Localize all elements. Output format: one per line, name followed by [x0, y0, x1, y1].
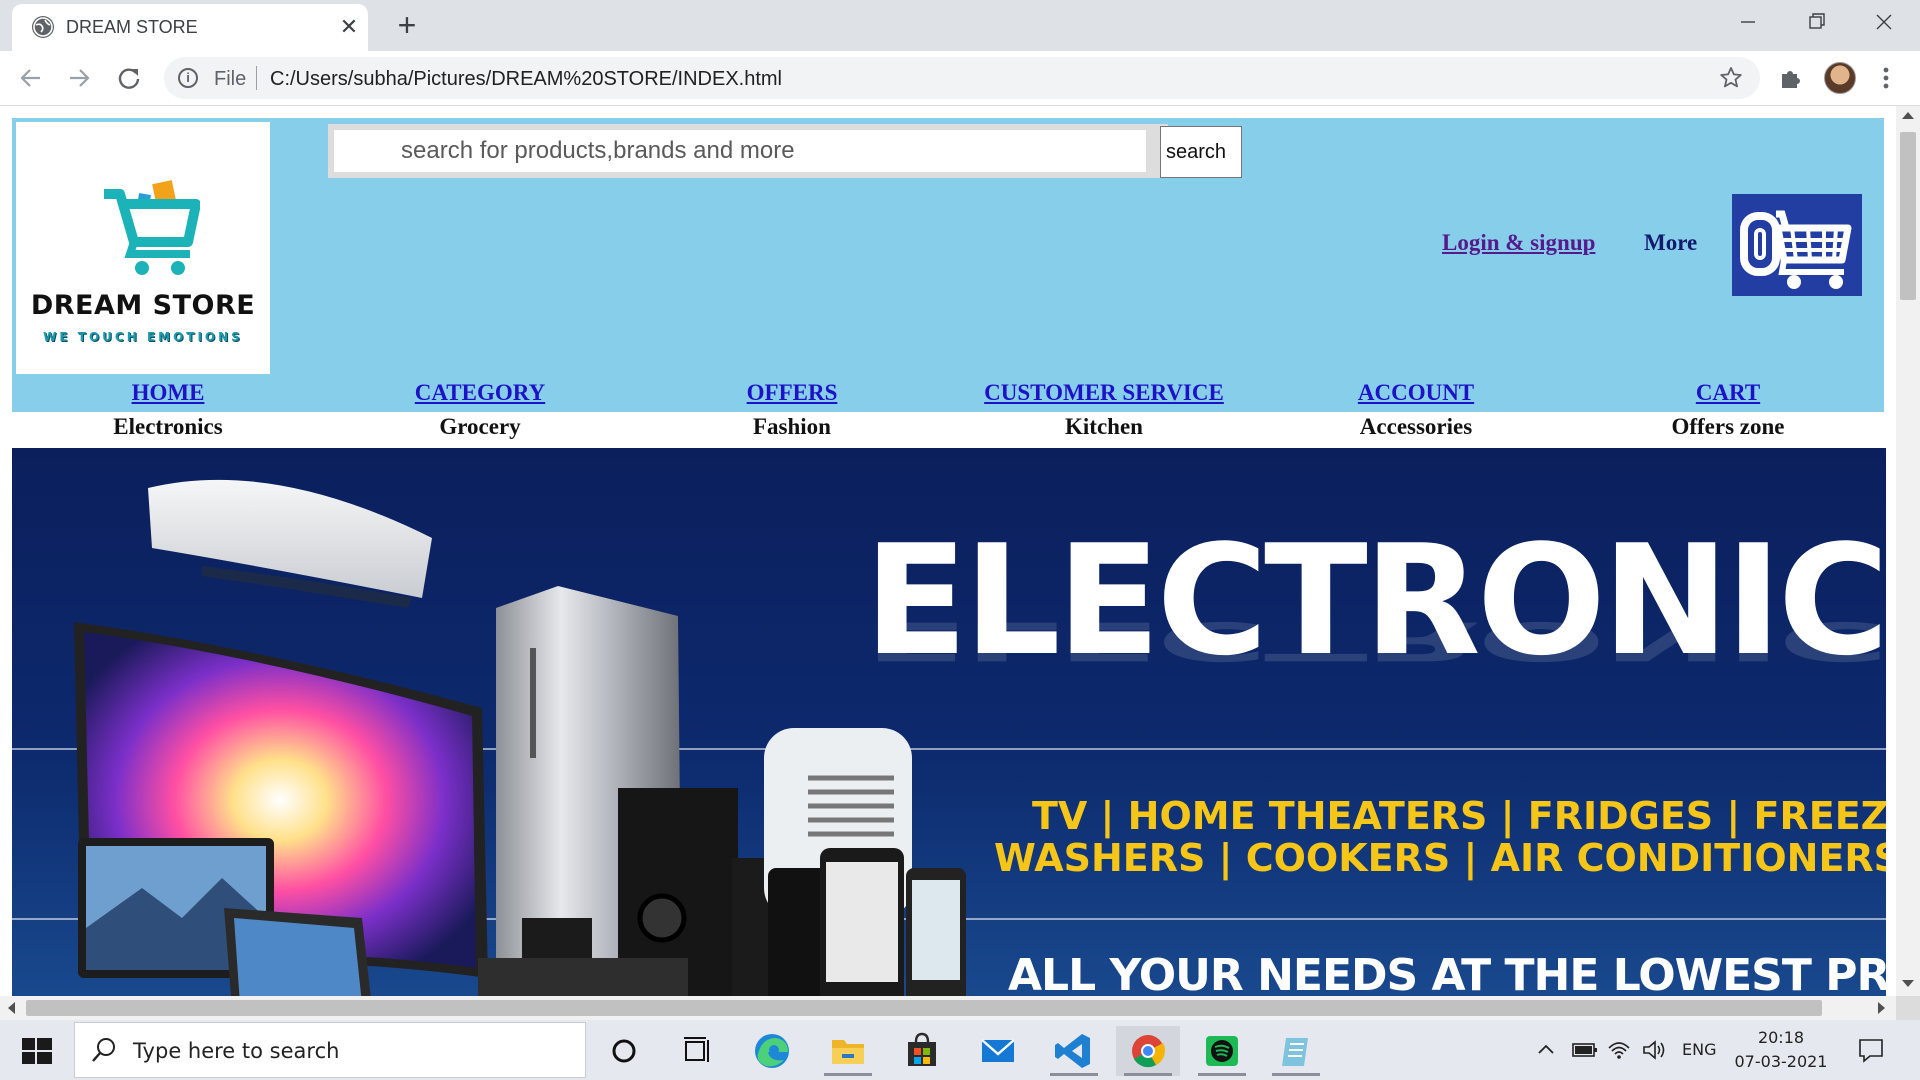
- running-indicator: [1272, 1073, 1320, 1076]
- close-window-button[interactable]: [1850, 2, 1918, 42]
- scroll-up-arrow-icon[interactable]: [1902, 112, 1914, 119]
- category-bar: Electronics Grocery Fashion Kitchen Acce…: [12, 414, 1884, 446]
- kebab-menu-icon[interactable]: [1876, 64, 1896, 92]
- browser-tab-strip: DREAM STORE ✕ +: [0, 0, 1920, 51]
- banner-title: ELECTRONICS: [864, 512, 1886, 689]
- nav-cart[interactable]: CART: [1572, 380, 1884, 406]
- search-input[interactable]: [334, 130, 1146, 172]
- nav-customer-service[interactable]: CUSTOMER SERVICE: [948, 380, 1260, 406]
- vertical-scroll-thumb[interactable]: [1900, 132, 1916, 300]
- logo-title: DREAM STORE: [30, 290, 256, 321]
- banner-tagline: ALL YOUR NEEDS AT THE LOWEST PRICES!: [1008, 950, 1886, 996]
- input-language[interactable]: ENG: [1682, 1040, 1716, 1059]
- taskbar-search-text: Type here to search: [133, 1039, 340, 1063]
- login-signup-link[interactable]: Login & signup: [1442, 230, 1595, 256]
- category-offers-zone[interactable]: Offers zone: [1572, 414, 1884, 440]
- more-link[interactable]: More: [1644, 230, 1697, 256]
- main-nav: HOME CATEGORY OFFERS CUSTOMER SERVICE AC…: [12, 380, 1884, 412]
- banner-product-line-1: TV | HOME THEATERS | FRIDGES | FREEZERS: [1032, 794, 1886, 838]
- windows-taskbar: Type here to search ENG 20:18 07-03-2021: [0, 1020, 1920, 1080]
- scrollbar-corner: [1896, 996, 1920, 1020]
- vscode-icon[interactable]: [1042, 1026, 1106, 1076]
- cart-icon[interactable]: [1732, 194, 1862, 296]
- info-icon[interactable]: i: [178, 68, 198, 88]
- scroll-down-arrow-icon[interactable]: [1902, 980, 1914, 987]
- nav-category[interactable]: CATEGORY: [324, 380, 636, 406]
- extensions-puzzle-icon[interactable]: [1778, 66, 1804, 92]
- running-indicator: [1198, 1073, 1246, 1076]
- clock-date[interactable]: 07-03-2021: [1730, 1052, 1832, 1071]
- category-accessories[interactable]: Accessories: [1260, 414, 1572, 440]
- new-tab-button[interactable]: +: [390, 8, 424, 42]
- tab-title: DREAM STORE: [66, 17, 198, 37]
- running-indicator: [1050, 1073, 1098, 1076]
- vertical-scrollbar[interactable]: [1896, 106, 1920, 996]
- search-button[interactable]: search: [1160, 126, 1242, 178]
- clock-time[interactable]: 20:18: [1736, 1028, 1826, 1047]
- spotify-icon[interactable]: [1190, 1026, 1254, 1076]
- site-header: DREAM STORE WE TOUCH EMOTIONS search Log…: [12, 118, 1884, 412]
- browser-tab[interactable]: DREAM STORE ✕: [12, 4, 368, 51]
- search-icon: [89, 1035, 119, 1065]
- volume-icon[interactable]: [1640, 1036, 1668, 1064]
- air-conditioner-unit: [148, 479, 432, 608]
- smartphones: [768, 848, 966, 996]
- mail-icon[interactable]: [966, 1026, 1030, 1076]
- nav-account[interactable]: ACCOUNT: [1260, 380, 1572, 406]
- edge-browser-icon[interactable]: [740, 1026, 804, 1076]
- notepad-icon[interactable]: [1264, 1026, 1328, 1076]
- bookmark-star-icon[interactable]: [1718, 65, 1744, 91]
- file-explorer-icon[interactable]: [816, 1026, 880, 1076]
- running-indicator: [824, 1073, 872, 1076]
- nav-home[interactable]: HOME: [12, 380, 324, 406]
- logo-tagline: WE TOUCH EMOTIONS: [43, 330, 243, 344]
- nav-offers[interactable]: OFFERS: [636, 380, 948, 406]
- running-indicator: [1124, 1073, 1172, 1076]
- reload-icon[interactable]: [112, 61, 146, 95]
- screen: DREAM STORE ✕ + i File C:/Users/subha/Pi…: [0, 0, 1920, 1080]
- microsoft-store-icon[interactable]: [890, 1026, 954, 1076]
- browser-toolbar: i File C:/Users/subha/Pictures/DREAM%20S…: [0, 51, 1920, 106]
- shopping-cart-logo-icon: [104, 180, 200, 275]
- scroll-right-arrow-icon[interactable]: [1878, 1002, 1885, 1014]
- windows-start-icon[interactable]: [14, 1034, 60, 1068]
- taskbar-search-box[interactable]: Type here to search: [74, 1022, 586, 1078]
- back-arrow-icon[interactable]: [14, 61, 48, 95]
- horizontal-scrollbar[interactable]: [0, 996, 1896, 1020]
- category-fashion[interactable]: Fashion: [636, 414, 948, 440]
- wifi-icon[interactable]: [1606, 1036, 1632, 1062]
- profile-avatar[interactable]: [1824, 62, 1856, 94]
- page-viewport: DREAM STORE WE TOUCH EMOTIONS search Log…: [0, 106, 1896, 996]
- category-kitchen[interactable]: Kitchen: [948, 414, 1260, 440]
- chrome-icon[interactable]: [1116, 1026, 1180, 1076]
- battery-icon[interactable]: [1572, 1040, 1598, 1060]
- store-logo[interactable]: DREAM STORE WE TOUCH EMOTIONS: [16, 122, 270, 374]
- omnibox-divider: [256, 66, 257, 90]
- cortana-icon[interactable]: [592, 1026, 656, 1076]
- show-hidden-icons-chevron-icon[interactable]: [1534, 1038, 1558, 1062]
- dvd-player: [478, 958, 688, 996]
- notification-center-icon[interactable]: [1856, 1036, 1886, 1064]
- restore-window-button[interactable]: [1782, 2, 1850, 42]
- appliances-illustration: [74, 479, 966, 996]
- category-electronics[interactable]: Electronics: [12, 414, 324, 440]
- url-scheme: File: [214, 68, 247, 90]
- electronics-banner[interactable]: ELECTRONICS ELECTRONICS TV | HOME THEATE…: [12, 448, 1886, 996]
- banner-product-line-2: WASHERS | COOKERS | AIR CONDITIONERS | E…: [994, 836, 1886, 880]
- address-bar[interactable]: i File C:/Users/subha/Pictures/DREAM%20S…: [164, 57, 1760, 99]
- globe-icon: [32, 16, 54, 38]
- forward-arrow-icon[interactable]: [62, 61, 96, 95]
- laptop: [224, 908, 371, 996]
- minimize-window-button[interactable]: [1714, 2, 1782, 42]
- close-tab-icon[interactable]: ✕: [336, 14, 362, 40]
- url-text[interactable]: C:/Users/subha/Pictures/DREAM%20STORE/IN…: [270, 68, 782, 91]
- category-grocery[interactable]: Grocery: [324, 414, 636, 440]
- search-field-frame: [328, 124, 1168, 178]
- scroll-left-arrow-icon[interactable]: [8, 1002, 15, 1014]
- horizontal-scroll-thumb[interactable]: [26, 1000, 1822, 1016]
- task-view-icon[interactable]: [664, 1026, 728, 1076]
